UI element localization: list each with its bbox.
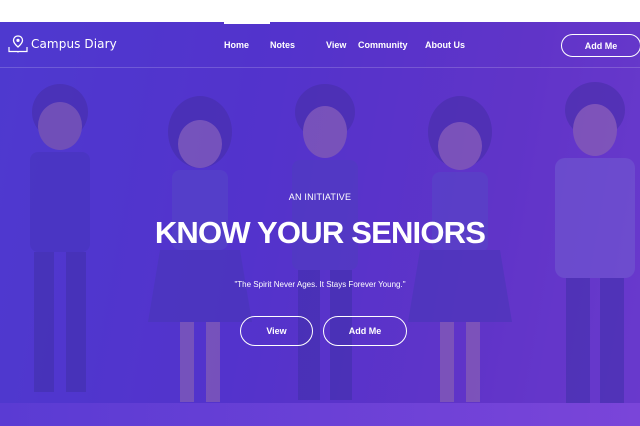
hero-overlay <box>0 22 640 403</box>
add-me-button[interactable]: Add Me <box>323 316 407 346</box>
nav-about-us[interactable]: About Us <box>425 22 485 68</box>
nav-home[interactable]: Home <box>224 22 270 68</box>
top-strip <box>0 0 640 22</box>
main-nav: Home Notes View Community About Us <box>224 22 485 68</box>
nav-notes[interactable]: Notes <box>270 22 326 68</box>
add-me-nav-button[interactable]: Add Me <box>561 34 640 57</box>
brand-logo[interactable]: Campus Diary <box>8 35 117 53</box>
nav-community[interactable]: Community <box>358 22 425 68</box>
map-pin-book-icon <box>8 35 28 53</box>
hero-headline: KNOW YOUR SENIORS <box>154 215 486 250</box>
hero-tagline: "The Spirit Never Ages. It Stays Forever… <box>234 280 406 289</box>
nav-view[interactable]: View <box>326 22 358 68</box>
hero-eyebrow: AN INITIATIVE <box>288 192 352 202</box>
brand-name: Campus Diary <box>31 37 117 51</box>
view-button[interactable]: View <box>240 316 313 346</box>
hero-section: Campus Diary Home Notes View Community A… <box>0 22 640 403</box>
next-section-edge <box>0 403 640 426</box>
navbar: Campus Diary Home Notes View Community A… <box>0 22 640 68</box>
